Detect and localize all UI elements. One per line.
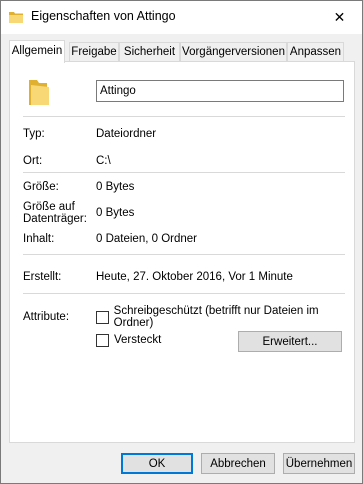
size-label: Größe: [23,181,59,193]
tab-vorgaengerversionen[interactable]: Vorgängerversionen [180,42,287,62]
title-bar[interactable]: Eigenschaften von Attingo ✕ [1,1,362,34]
general-panel: Typ: Dateiordner Ort: C:\ Größe: 0 Bytes… [9,61,355,443]
tab-strip: Allgemein Freigabe Sicherheit Vorgängerv… [9,40,355,63]
readonly-checkbox-row[interactable]: Schreibgeschützt (betrifft nur Dateien i… [96,305,354,329]
folder-icon [9,10,23,23]
separator [23,172,345,173]
separator [23,116,345,117]
hidden-label: Versteckt [114,334,162,346]
tab-allgemein[interactable]: Allgemein [9,40,65,63]
apply-button[interactable]: Übernehmen [283,453,355,474]
contents-label: Inhalt: [23,233,55,245]
window-title: Eigenschaften von Attingo [31,9,176,23]
size-on-disk-value: 0 Bytes [96,207,135,219]
ok-button[interactable]: OK [121,453,193,474]
readonly-label: Schreibgeschützt (betrifft nur Dateien i… [113,305,319,329]
advanced-button[interactable]: Erweitert... [238,331,342,352]
created-label: Erstellt: [23,271,62,283]
tab-anpassen[interactable]: Anpassen [287,42,344,62]
folder-name-input[interactable] [96,80,344,102]
location-label: Ort: [23,155,43,167]
close-icon: ✕ [333,8,346,25]
close-button[interactable]: ✕ [317,1,362,33]
hidden-checkbox[interactable] [96,333,109,347]
created-value: Heute, 27. Oktober 2016, Vor 1 Minute [96,271,293,283]
location-value: C:\ [96,155,111,167]
hidden-checkbox-row[interactable]: Versteckt [96,333,161,347]
readonly-checkbox[interactable] [96,310,109,324]
tab-sicherheit[interactable]: Sicherheit [119,42,180,62]
properties-dialog: Eigenschaften von Attingo ✕ Allgemein Fr… [0,0,363,484]
type-value: Dateiordner [96,128,157,140]
tab-freigabe[interactable]: Freigabe [69,42,119,62]
cancel-button[interactable]: Abbrechen [201,453,275,474]
size-on-disk-label-line1: Größe auf [23,201,75,213]
size-on-disk-label-line2: Datenträger: [23,213,87,225]
type-label: Typ: [23,128,45,140]
size-value: 0 Bytes [96,181,135,193]
folder-icon [27,77,49,107]
separator [23,254,345,255]
separator [23,293,345,294]
attributes-label: Attribute: [23,311,70,323]
contents-value: 0 Dateien, 0 Ordner [96,233,198,245]
